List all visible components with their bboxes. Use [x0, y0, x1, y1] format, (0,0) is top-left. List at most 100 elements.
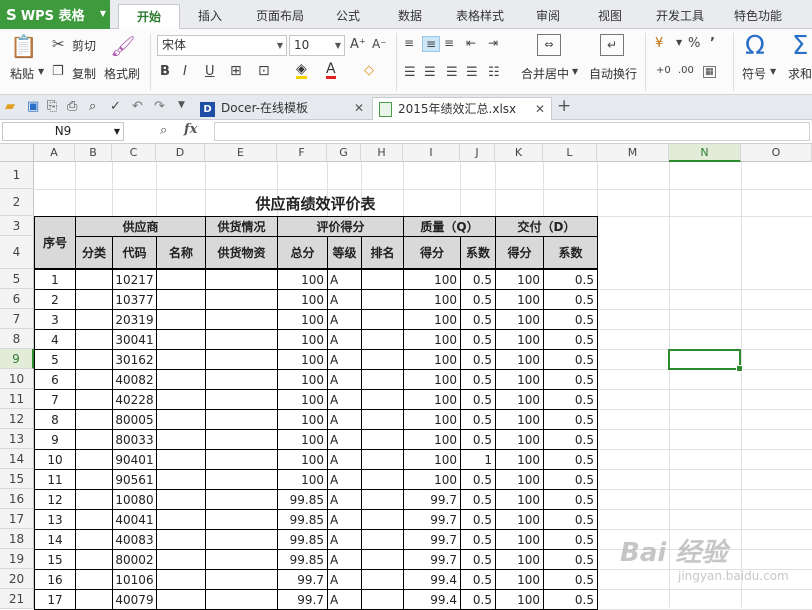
cell-category[interactable] — [75, 489, 113, 510]
cell-goods[interactable] — [205, 369, 278, 390]
cell-goods[interactable] — [205, 309, 278, 330]
cell-delivery-score[interactable]: 100 — [495, 349, 544, 370]
cell-rank[interactable] — [361, 549, 404, 570]
align-bottom-icon[interactable]: ≡ — [444, 36, 454, 50]
align-middle-icon[interactable]: ≡ — [422, 36, 440, 52]
cell-total[interactable]: 100 — [277, 409, 328, 430]
subheader-total[interactable]: 总分 — [277, 236, 328, 269]
cell-quality-score[interactable]: 100 — [403, 269, 461, 290]
save-icon[interactable]: ▣ — [27, 99, 39, 114]
cell-category[interactable] — [75, 549, 113, 570]
cell-grade[interactable]: A — [327, 549, 362, 570]
cell-delivery-coef[interactable]: 0.5 — [543, 409, 598, 430]
cell-quality-coef[interactable]: 0.5 — [460, 349, 496, 370]
cell-grade[interactable]: A — [327, 289, 362, 310]
cell-rank[interactable] — [361, 429, 404, 450]
increase-font-size-icon[interactable]: A⁺ — [350, 37, 366, 52]
cell-code[interactable]: 80002 — [112, 549, 157, 570]
cell-rank[interactable] — [361, 469, 404, 490]
column-header[interactable]: L — [543, 144, 597, 162]
cell-seq[interactable]: 6 — [34, 369, 76, 390]
cell-code[interactable]: 90561 — [112, 469, 157, 490]
cell-name[interactable] — [156, 409, 206, 430]
row-header[interactable]: 13 — [0, 429, 34, 449]
cell-delivery-coef[interactable]: 0.5 — [543, 349, 598, 370]
tab-special-features[interactable]: 特色功能 — [726, 4, 790, 29]
column-header[interactable]: I — [403, 144, 460, 162]
cell-quality-coef[interactable]: 0.5 — [460, 529, 496, 550]
sum-button[interactable]: 求和 — [788, 65, 812, 82]
convert-format-icon[interactable]: ▦ — [703, 66, 716, 78]
font-name-select[interactable]: 宋体 ▼ — [157, 35, 287, 56]
omega-symbol-icon[interactable]: Ω — [745, 31, 765, 61]
row-header[interactable]: 4 — [0, 236, 34, 269]
cell-rank[interactable] — [361, 569, 404, 590]
row-header[interactable]: 5 — [0, 269, 34, 289]
function-fx-icon[interactable]: fx — [184, 122, 197, 137]
row-header[interactable]: 20 — [0, 569, 34, 589]
cell-seq[interactable]: 15 — [34, 549, 76, 570]
cell-seq[interactable]: 3 — [34, 309, 76, 330]
cell-seq[interactable]: 2 — [34, 289, 76, 310]
cell-category[interactable] — [75, 509, 113, 530]
thousands-separator-button[interactable]: ’ — [710, 36, 715, 51]
italic-button[interactable]: I — [183, 64, 187, 79]
decrease-indent-icon[interactable]: ⇤ — [466, 36, 476, 50]
chevron-down-icon[interactable]: ▼ — [770, 67, 776, 76]
cell-total[interactable]: 100 — [277, 369, 328, 390]
cell-code[interactable]: 40228 — [112, 389, 157, 410]
row-header[interactable]: 11 — [0, 389, 34, 409]
cell-quality-score[interactable]: 99.7 — [403, 549, 461, 570]
subheader-delivery-coef[interactable]: 系数 — [543, 236, 598, 269]
cell-category[interactable] — [75, 469, 113, 490]
cell-goods[interactable] — [205, 489, 278, 510]
format-painter-button[interactable]: 格式刷 — [104, 65, 140, 82]
cell-code[interactable]: 10377 — [112, 289, 157, 310]
cell-goods[interactable] — [205, 289, 278, 310]
subheader-rank[interactable]: 排名 — [361, 236, 404, 269]
cell-quality-score[interactable]: 99.7 — [403, 509, 461, 530]
cell-code[interactable]: 10217 — [112, 269, 157, 290]
cell-delivery-coef[interactable]: 0.5 — [543, 529, 598, 550]
cell-quality-coef[interactable]: 0.5 — [460, 409, 496, 430]
cell-category[interactable] — [75, 529, 113, 550]
cell-code[interactable]: 30041 — [112, 329, 157, 350]
cell-grade[interactable]: A — [327, 449, 362, 470]
cell-name[interactable] — [156, 389, 206, 410]
column-header[interactable]: J — [460, 144, 495, 162]
copy-button[interactable]: 复制 — [72, 65, 96, 82]
cell-seq[interactable]: 8 — [34, 409, 76, 430]
cell-goods[interactable] — [205, 449, 278, 470]
cell-grade[interactable]: A — [327, 429, 362, 450]
cell-quality-score[interactable]: 100 — [403, 329, 461, 350]
cell-delivery-coef[interactable]: 0.5 — [543, 269, 598, 290]
cell-delivery-coef[interactable]: 0.5 — [543, 469, 598, 490]
cell-category[interactable] — [75, 409, 113, 430]
app-menu-button[interactable]: S WPS 表格 ▼ — [0, 0, 110, 29]
cell-grade[interactable]: A — [327, 329, 362, 350]
subheader-grade[interactable]: 等级 — [327, 236, 362, 269]
cell-rank[interactable] — [361, 449, 404, 470]
column-header[interactable]: O — [741, 144, 812, 162]
cell-delivery-score[interactable]: 100 — [495, 369, 544, 390]
cell-goods[interactable] — [205, 269, 278, 290]
header-supply[interactable]: 供货情况 — [205, 216, 278, 237]
cell-quality-score[interactable]: 100 — [403, 289, 461, 310]
clear-format-icon[interactable]: ◇ — [364, 63, 374, 78]
cell-quality-score[interactable]: 100 — [403, 429, 461, 450]
cell-delivery-score[interactable]: 100 — [495, 509, 544, 530]
cell-rank[interactable] — [361, 309, 404, 330]
column-header[interactable]: H — [361, 144, 403, 162]
cell-seq[interactable]: 16 — [34, 569, 76, 590]
tab-home[interactable]: 开始 — [118, 4, 180, 29]
tab-table-style[interactable]: 表格样式 — [448, 4, 512, 29]
border-icon[interactable]: ⊞ — [230, 63, 242, 79]
cell-quality-coef[interactable]: 0.5 — [460, 309, 496, 330]
row-header[interactable]: 17 — [0, 509, 34, 529]
cell-delivery-score[interactable]: 100 — [495, 289, 544, 310]
cell-goods[interactable] — [205, 569, 278, 590]
format-painter-icon[interactable]: 🖌 — [110, 34, 136, 60]
cell-grade[interactable]: A — [327, 369, 362, 390]
cell-seq[interactable]: 5 — [34, 349, 76, 370]
cell-goods[interactable] — [205, 529, 278, 550]
